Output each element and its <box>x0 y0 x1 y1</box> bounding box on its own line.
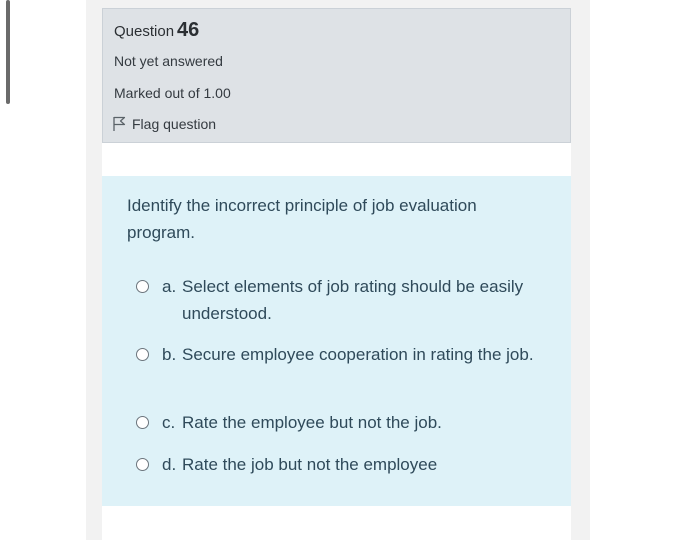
question-number: 46 <box>177 19 200 41</box>
option-text: Rate the job but not the employee <box>182 455 438 474</box>
scroll-indicator[interactable] <box>6 0 10 104</box>
option-text: Secure employee cooperation in rating th… <box>182 345 534 364</box>
option-text: Rate the employee but not the job. <box>182 413 442 432</box>
answer-option-d[interactable]: d. Rate the job but not the employee <box>136 451 556 478</box>
question-grade: Marked out of 1.00 <box>114 85 231 101</box>
question-info-panel: Question 46 Not yet answered Marked out o… <box>102 8 571 143</box>
radio-button-b[interactable] <box>136 348 149 361</box>
question-label: Question <box>114 23 175 40</box>
answer-option-c[interactable]: c. Rate the employee but not the job. <box>136 409 556 436</box>
radio-button-d[interactable] <box>136 458 149 471</box>
flag-icon <box>112 116 126 132</box>
option-letter: b. <box>162 345 177 364</box>
option-letter: c. <box>162 413 176 432</box>
option-letter: a. <box>162 277 177 296</box>
radio-button-a[interactable] <box>136 280 149 293</box>
radio-button-c[interactable] <box>136 416 149 429</box>
panel-bottom <box>102 506 571 540</box>
question-title: Question 46 <box>114 19 199 42</box>
question-text: Identify the incorrect principle of job … <box>127 196 477 242</box>
option-text: Select elements of job rating should be … <box>182 277 524 323</box>
panel-gap <box>102 143 571 176</box>
question-content-panel: Identify the incorrect principle of job … <box>102 176 571 506</box>
option-letter: d. <box>162 455 177 474</box>
question-state: Not yet answered <box>114 53 223 69</box>
answer-option-a[interactable]: a. Select elements of job rating should … <box>136 273 556 327</box>
answer-option-b[interactable]: b. Secure employee cooperation in rating… <box>136 341 556 368</box>
flag-question-button[interactable]: Flag question <box>112 115 216 133</box>
flag-question-label: Flag question <box>132 116 217 132</box>
